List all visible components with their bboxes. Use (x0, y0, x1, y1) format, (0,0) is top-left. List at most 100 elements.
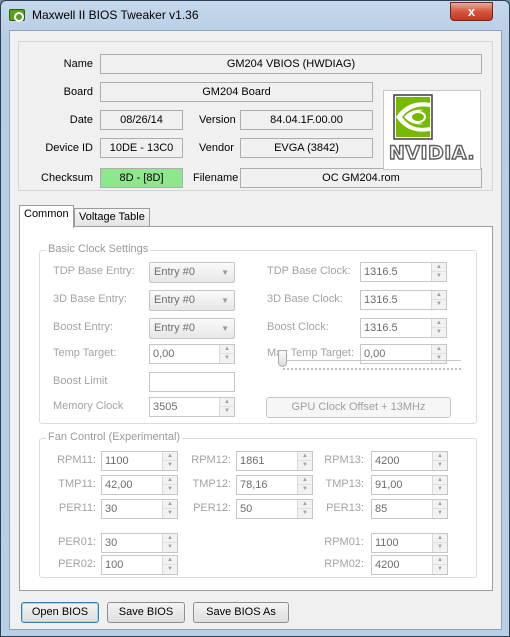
rpm12-value: 1861 (240, 455, 265, 467)
spin-up-icon[interactable]: ▲ (433, 534, 447, 543)
window-title: Maxwell II BIOS Tweaker v1.36 (32, 8, 199, 22)
spin-down-icon[interactable]: ▼ (433, 565, 447, 574)
spin-up-icon[interactable]: ▲ (220, 398, 234, 407)
spin-up-icon[interactable]: ▲ (298, 476, 312, 485)
boost-entry-value: Entry #0 (154, 322, 195, 334)
spin-up-icon[interactable]: ▲ (163, 452, 177, 461)
memory-clock-spinbox[interactable]: 3505 ▲ ▼ (149, 397, 235, 417)
open-bios-button[interactable]: Open BIOS (21, 602, 99, 623)
3d-base-entry-combo[interactable]: Entry #0 ▼ (149, 290, 235, 311)
save-bios-as-button[interactable]: Save BIOS As (193, 602, 289, 623)
tdp-base-entry-value: Entry #0 (154, 266, 195, 278)
boost-limit-field[interactable] (149, 372, 235, 392)
nvidia-logo-text: NVIDIA. (389, 142, 475, 164)
tdp-base-entry-combo[interactable]: Entry #0 ▼ (149, 262, 235, 283)
spin-down-icon[interactable]: ▼ (298, 461, 312, 470)
spin-down-icon[interactable]: ▼ (220, 354, 234, 363)
per13-spinbox[interactable]: 85 ▲ ▼ (371, 499, 448, 519)
temp-target-value: 0,00 (153, 348, 175, 360)
nvidia-logo: NVIDIA. (383, 90, 481, 170)
per01-value: 30 (105, 537, 118, 549)
spin-up-icon[interactable]: ▲ (298, 500, 312, 509)
per12-spinbox[interactable]: 50 ▲ ▼ (236, 499, 313, 519)
per12-value: 50 (240, 503, 253, 515)
filename-label: Filename (193, 172, 239, 184)
rpm13-spinbox[interactable]: 4200 ▲ ▼ (371, 451, 448, 471)
rpm01-label: RPM01: (324, 536, 364, 548)
tmp12-spinbox[interactable]: 78,16 ▲ ▼ (236, 475, 313, 495)
spin-up-icon[interactable]: ▲ (298, 452, 312, 461)
spin-up-icon[interactable]: ▲ (163, 556, 177, 565)
spin-up-icon[interactable]: ▲ (432, 345, 446, 354)
temp-target-spinbox[interactable]: 0,00 ▲ ▼ (149, 344, 235, 364)
tmp11-value: 42,00 (105, 479, 133, 491)
tdp-base-clock-spinbox[interactable]: 1316.5 ▲ ▼ (360, 262, 447, 282)
spin-up-icon[interactable]: ▲ (432, 263, 446, 272)
spin-down-icon[interactable]: ▼ (163, 565, 177, 574)
spin-down-icon[interactable]: ▼ (163, 543, 177, 552)
tdp-base-entry-label: TDP Base Entry: (53, 265, 135, 277)
rpm02-spinbox[interactable]: 4200 ▲ ▼ (371, 555, 448, 575)
tmp11-label: TMP11: (58, 478, 96, 490)
tdp-base-clock-value: 1316.5 (364, 266, 398, 278)
spin-down-icon[interactable]: ▼ (163, 509, 177, 518)
gpu-offset-slider-track[interactable] (283, 360, 461, 364)
per01-spinbox[interactable]: 30 ▲ ▼ (101, 533, 178, 553)
spin-up-icon[interactable]: ▲ (163, 534, 177, 543)
boost-clock-spinbox[interactable]: 1316.5 ▲ ▼ (360, 318, 447, 338)
boost-entry-combo[interactable]: Entry #0 ▼ (149, 318, 235, 339)
spin-up-icon[interactable]: ▲ (432, 319, 446, 328)
app-icon (9, 9, 25, 22)
spin-up-icon[interactable]: ▲ (433, 556, 447, 565)
spin-down-icon[interactable]: ▼ (433, 543, 447, 552)
spin-down-icon[interactable]: ▼ (298, 509, 312, 518)
max-temp-target-value: 0,00 (364, 348, 386, 360)
spin-down-icon[interactable]: ▼ (432, 328, 446, 337)
rpm12-label: RPM12: (191, 454, 231, 466)
tmp13-spinbox[interactable]: 91,00 ▲ ▼ (371, 475, 448, 495)
per11-spinbox[interactable]: 30 ▲ ▼ (101, 499, 178, 519)
spin-up-icon[interactable]: ▲ (432, 291, 446, 300)
date-label: Date (69, 114, 93, 126)
tab-common[interactable]: Common (19, 205, 74, 228)
spin-down-icon[interactable]: ▼ (432, 272, 446, 281)
memory-clock-label: Memory Clock (53, 400, 124, 412)
spin-down-icon[interactable]: ▼ (163, 485, 177, 494)
spin-up-icon[interactable]: ▲ (163, 500, 177, 509)
rpm01-spinbox[interactable]: 1100 ▲ ▼ (371, 533, 448, 553)
per02-label: PER02: (58, 558, 96, 570)
checksum-field: 8D - [8D] (100, 168, 183, 188)
title-bar[interactable]: Maxwell II BIOS Tweaker v1.36 x (1, 1, 509, 28)
spin-up-icon[interactable]: ▲ (433, 476, 447, 485)
name-label: Name (63, 58, 93, 70)
save-bios-button[interactable]: Save BIOS (107, 602, 185, 623)
date-field: 08/26/14 (100, 110, 183, 130)
3d-base-clock-spinbox[interactable]: 1316.5 ▲ ▼ (360, 290, 447, 310)
gpu-offset-slider-thumb[interactable] (278, 350, 287, 367)
spin-up-icon[interactable]: ▲ (163, 476, 177, 485)
close-button[interactable]: x (450, 2, 493, 21)
rpm11-spinbox[interactable]: 1100 ▲ ▼ (101, 451, 178, 471)
spin-up-icon[interactable]: ▲ (433, 500, 447, 509)
spin-down-icon[interactable]: ▼ (298, 485, 312, 494)
spin-up-icon[interactable]: ▲ (220, 345, 234, 354)
rpm12-spinbox[interactable]: 1861 ▲ ▼ (236, 451, 313, 471)
3d-base-entry-label: 3D Base Entry: (53, 293, 127, 305)
boost-entry-label: Boost Entry: (53, 321, 113, 333)
tab-voltage-table[interactable]: Voltage Table (74, 208, 150, 227)
spin-down-icon[interactable]: ▼ (433, 485, 447, 494)
tmp11-spinbox[interactable]: 42,00 ▲ ▼ (101, 475, 178, 495)
spin-up-icon[interactable]: ▲ (433, 452, 447, 461)
tmp12-label: TMP12: (192, 478, 231, 490)
3d-base-clock-value: 1316.5 (364, 294, 398, 306)
spin-down-icon[interactable]: ▼ (163, 461, 177, 470)
per11-value: 30 (105, 503, 118, 515)
spin-down-icon[interactable]: ▼ (433, 461, 447, 470)
spin-down-icon[interactable]: ▼ (433, 509, 447, 518)
spin-down-icon[interactable]: ▼ (220, 407, 234, 416)
spin-down-icon[interactable]: ▼ (432, 300, 446, 309)
version-field: 84.04.1F.00.00 (240, 110, 373, 130)
per02-value: 100 (105, 559, 124, 571)
per02-spinbox[interactable]: 100 ▲ ▼ (101, 555, 178, 575)
gpu-clock-offset-button[interactable]: GPU Clock Offset + 13MHz (266, 397, 451, 418)
